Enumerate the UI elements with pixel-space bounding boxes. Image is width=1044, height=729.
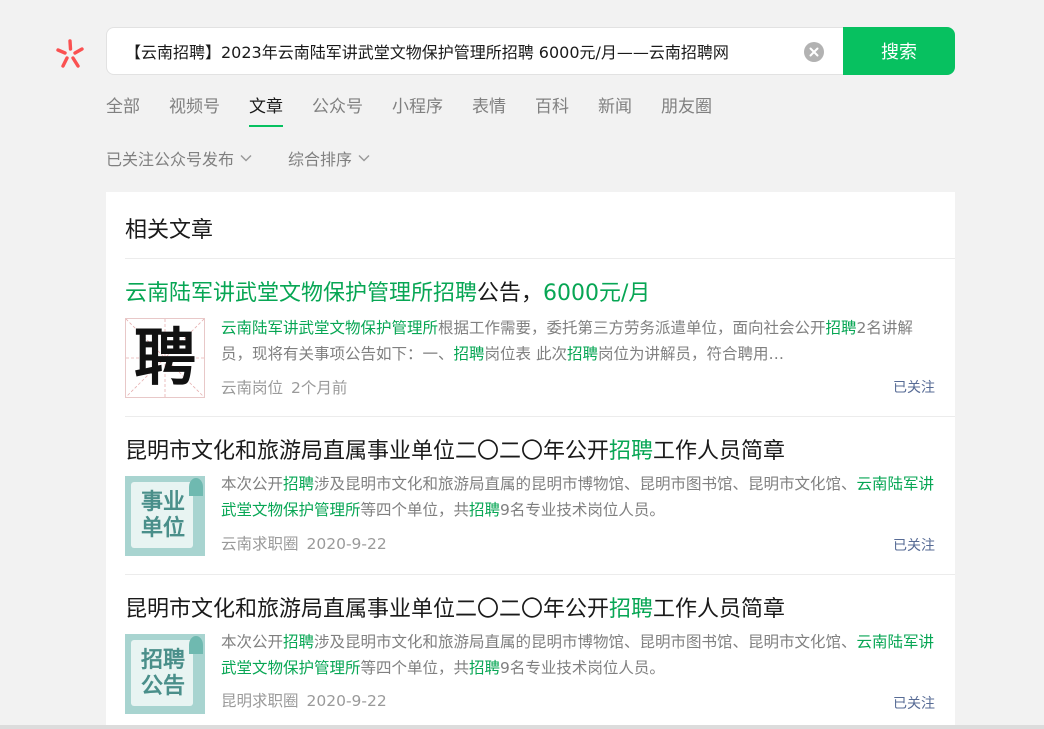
text-run: 等四个单位，共: [360, 501, 470, 519]
text-run: 涉及昆明市文化和旅游局直属的昆明市博物馆、昆明市图书馆、昆明市文化馆、: [314, 633, 857, 651]
article-item[interactable]: 云南陆军讲武堂文物保护管理所招聘公告，6000元/月 聘 云南陆军讲武堂文物保护…: [125, 258, 935, 416]
category-tabs: 全部 视频号 文章 公众号 小程序 表情 百科 新闻 朋友圈: [106, 94, 741, 130]
highlighted-keyword: 招聘: [283, 475, 315, 493]
highlighted-keyword: 招聘: [609, 597, 654, 622]
highlighted-keyword: 招聘: [469, 659, 501, 677]
article-snippet: 云南陆军讲武堂文物保护管理所根据工作需要，委托第三方劳务派遣单位，面向社会公开招…: [221, 315, 937, 367]
article-meta: 云南岗位 2个月前: [221, 376, 347, 398]
thumbnail-text: 事业: [140, 490, 185, 515]
chevron-down-icon: [240, 154, 252, 162]
text-run: 岗位表 此次: [484, 345, 567, 363]
search-input[interactable]: [125, 28, 795, 74]
article-source[interactable]: 昆明求职圈: [221, 692, 299, 710]
article-time: 2020-9-22: [306, 535, 387, 553]
article-thumbnail: 事业 单位: [125, 476, 205, 556]
tab-mini-programs[interactable]: 小程序: [392, 94, 443, 127]
text-run: 本次公开: [221, 633, 284, 651]
tab-channels[interactable]: 视频号: [169, 94, 220, 127]
tab-all[interactable]: 全部: [106, 94, 140, 127]
text-run: 昆明市文化和旅游局直属事业单位二〇二〇年公开: [125, 597, 610, 622]
article-title[interactable]: 昆明市文化和旅游局直属事业单位二〇二〇年公开招聘工作人员简章: [125, 591, 785, 623]
article-source[interactable]: 云南岗位: [221, 379, 283, 397]
text-run: 本次公开: [221, 475, 284, 493]
text-run: 等四个单位，共: [360, 659, 470, 677]
highlighted-keyword: 招聘: [469, 501, 501, 519]
highlighted-keyword: 招聘: [453, 345, 485, 363]
article-title[interactable]: 云南陆军讲武堂文物保护管理所招聘公告，6000元/月: [125, 275, 650, 307]
highlighted-keyword: 6000元/月: [543, 281, 651, 306]
article-item[interactable]: 昆明市文化和旅游局直属事业单位二〇二〇年公开招聘工作人员简章 事业 单位 本次公…: [125, 416, 935, 574]
followed-badge: 已关注: [893, 380, 935, 396]
highlighted-keyword: 招聘: [283, 633, 315, 651]
article-thumbnail: 招聘 公告: [125, 634, 205, 714]
article-snippet: 本次公开招聘涉及昆明市文化和旅游局直属的昆明市博物馆、昆明市图书馆、昆明市文化馆…: [221, 629, 937, 681]
highlighted-keyword: 云南陆军讲武堂文物保护管理所招聘: [125, 281, 478, 306]
tab-news[interactable]: 新闻: [598, 94, 632, 127]
results-panel: 相关文章 云南陆军讲武堂文物保护管理所招聘公告，6000元/月 聘 云南陆军讲武…: [106, 192, 955, 729]
chevron-down-icon: [358, 154, 370, 162]
text-run: 9名专业技术岗位人员。: [500, 659, 665, 677]
text-run: 涉及昆明市文化和旅游局直属的昆明市博物馆、昆明市图书馆、昆明市文化馆、: [314, 475, 857, 493]
tab-official-accounts[interactable]: 公众号: [312, 94, 363, 127]
section-title: 相关文章: [125, 218, 214, 243]
thumbnail-text: 公告: [140, 674, 185, 699]
bottom-scroll-edge: [0, 725, 1044, 729]
filter-followed-accounts[interactable]: 已关注公众号发布: [106, 146, 252, 170]
text-run: 公告，: [477, 281, 544, 306]
search-button[interactable]: 搜索: [843, 27, 955, 75]
text-run: 昆明市文化和旅游局直属事业单位二〇二〇年公开: [125, 439, 610, 464]
clear-icon[interactable]: [804, 42, 824, 62]
filter-sort[interactable]: 综合排序: [288, 146, 370, 170]
tab-articles[interactable]: 文章: [249, 94, 283, 127]
article-item[interactable]: 昆明市文化和旅游局直属事业单位二〇二〇年公开招聘工作人员简章 招聘 公告 本次公…: [125, 574, 935, 729]
article-title[interactable]: 昆明市文化和旅游局直属事业单位二〇二〇年公开招聘工作人员简章: [125, 433, 785, 465]
followed-badge: 已关注: [893, 538, 935, 554]
thumbnail-character: 聘: [133, 321, 196, 394]
filter-label: 已关注公众号发布: [106, 150, 235, 169]
article-snippet: 本次公开招聘涉及昆明市文化和旅游局直属的昆明市博物馆、昆明市图书馆、昆明市文化馆…: [221, 471, 937, 523]
filter-bar: 已关注公众号发布 综合排序: [106, 146, 406, 170]
highlighted-keyword: 招聘: [609, 439, 654, 464]
highlighted-keyword: 云南陆军讲武堂文物保护管理所: [221, 319, 439, 337]
weixin-search-logo-icon: [56, 39, 84, 68]
text-run: 根据工作需要，委托第三方劳务派遣单位，面向社会公开: [438, 319, 826, 337]
tab-stickers[interactable]: 表情: [472, 94, 506, 127]
followed-badge: 已关注: [893, 696, 935, 712]
highlighted-keyword: 招聘: [566, 345, 598, 363]
text-run: 工作人员简章: [653, 439, 786, 464]
article-time: 2个月前: [291, 379, 348, 397]
text-run: 9名专业技术岗位人员。: [500, 501, 665, 519]
highlighted-keyword: 招聘: [825, 319, 857, 337]
article-meta: 昆明求职圈 2020-9-22: [221, 689, 387, 711]
article-source[interactable]: 云南求职圈: [221, 535, 299, 553]
article-thumbnail: 聘: [125, 318, 205, 398]
tab-encyclopedia[interactable]: 百科: [535, 94, 569, 127]
thumbnail-text: 招聘: [140, 648, 185, 673]
article-time: 2020-9-22: [306, 692, 387, 710]
search-box: [106, 27, 844, 75]
filter-label: 综合排序: [288, 150, 353, 169]
thumbnail-text: 单位: [140, 516, 185, 541]
text-run: 岗位为讲解员，符合聘用…: [597, 345, 784, 363]
text-run: 工作人员简章: [653, 597, 786, 622]
article-meta: 云南求职圈 2020-9-22: [221, 532, 387, 554]
tab-moments[interactable]: 朋友圈: [661, 94, 712, 127]
